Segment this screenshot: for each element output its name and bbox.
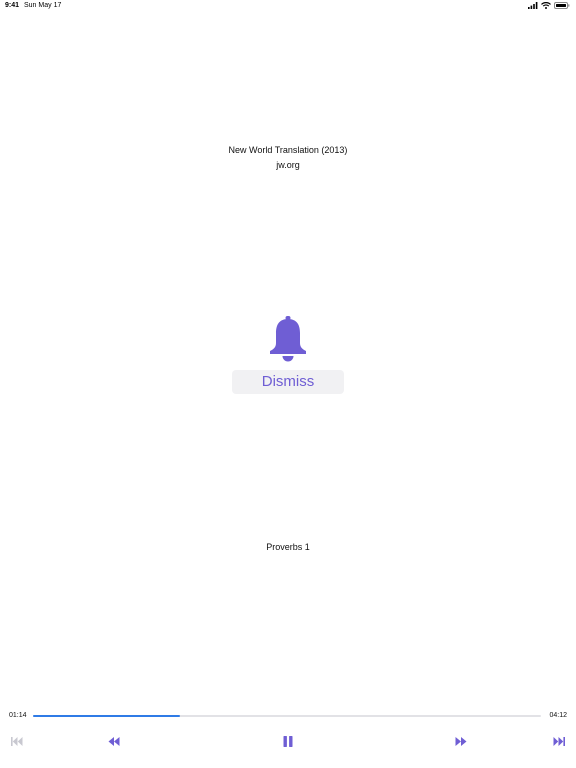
pause-button[interactable] [280,734,296,748]
rewind-icon [108,736,120,746]
translation-title: New World Translation (2013) [228,145,348,155]
pause-icon [283,735,293,747]
chapter-label: Proverbs 1 [266,542,310,552]
signal-icon [528,2,538,9]
progress-fill [33,715,181,717]
skip-back-icon [11,736,23,746]
total-time: 04:12 [549,712,567,719]
wifi-icon [541,2,551,9]
skip-back-button[interactable] [9,734,25,748]
skip-forward-button[interactable] [551,734,567,748]
skip-forward-icon [553,736,565,746]
status-time: 9:41 [5,2,20,9]
audio-player-screen: 9:41 Sun May 17 New World Translation (2… [0,0,576,768]
bell-icon [270,316,306,362]
fast-forward-button[interactable] [453,734,469,748]
status-icons [528,2,570,9]
elapsed-time: 01:14 [9,712,27,719]
fast-forward-icon [455,736,467,746]
battery-icon [554,2,570,9]
rewind-button[interactable] [106,734,122,748]
translation-site: jw.org [276,160,300,170]
status-date: Sun May 17 [24,2,62,9]
status-bar: 9:41 Sun May 17 [0,0,576,14]
dismiss-button[interactable]: Dismiss [232,370,344,394]
progress-slider[interactable] [33,715,541,717]
